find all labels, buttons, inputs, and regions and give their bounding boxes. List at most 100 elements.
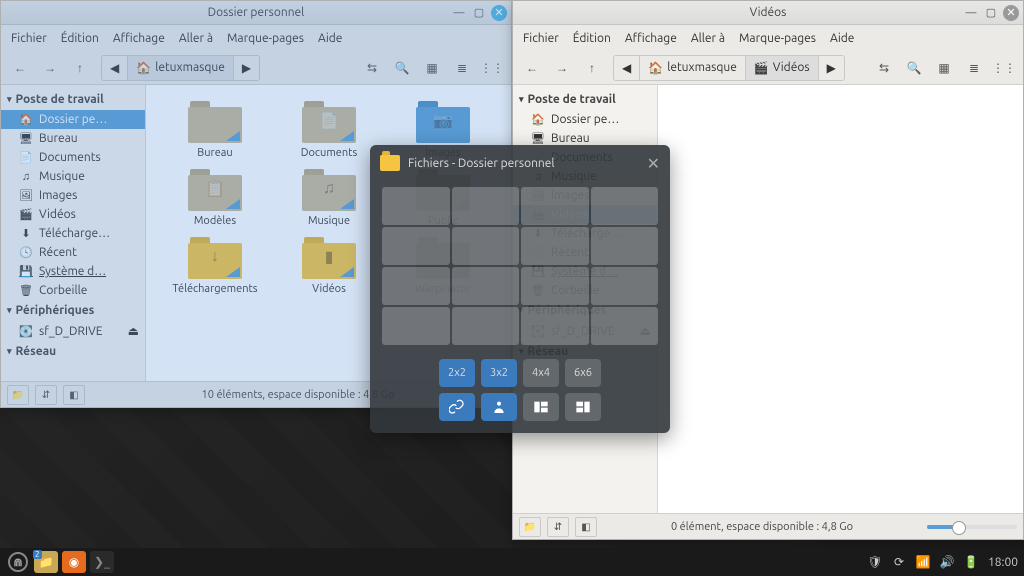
sidebar-item-desktop[interactable]: 🖥Bureau	[1, 129, 145, 148]
sidebar-item-images[interactable]: 🖼Images	[1, 186, 145, 205]
sidebar-item-filesystem[interactable]: 💾Système d…	[1, 262, 145, 281]
path-home[interactable]: 🏠 letuxmasque	[128, 56, 234, 80]
menu-help[interactable]: Aide	[318, 32, 342, 45]
compact-view-button[interactable]: ⋮⋮	[479, 55, 505, 81]
menu-view[interactable]: Affichage	[625, 32, 677, 45]
menu-edit[interactable]: Édition	[61, 32, 99, 45]
menu-file[interactable]: Fichier	[523, 32, 559, 45]
sidebar-heading-computer[interactable]: ▾Poste de travail	[1, 89, 145, 110]
path-videos[interactable]: 🎬 Vidéos	[746, 56, 819, 80]
sidebar-item-drive[interactable]: 💽sf_D_DRIVE⏏	[1, 321, 145, 341]
taskbar-app-terminal[interactable]: ❯_	[90, 551, 114, 573]
icon-view[interactable]	[658, 85, 1023, 513]
sound-icon[interactable]: 🔊	[940, 555, 954, 569]
back-button[interactable]: ←	[519, 55, 545, 81]
back-button[interactable]: ←	[7, 55, 33, 81]
minimize-button[interactable]: —	[451, 5, 467, 21]
sidebar-item-recent[interactable]: 🕓Récent	[1, 243, 145, 262]
tile-zone[interactable]	[521, 307, 589, 345]
eject-icon[interactable]: ⏏	[128, 324, 139, 338]
sidebar-item-documents[interactable]: 📄Documents	[1, 148, 145, 167]
tile-zone[interactable]	[521, 187, 589, 225]
path-home[interactable]: 🏠 letuxmasque	[640, 56, 746, 80]
folder-vidéos[interactable]: ▮Vidéos	[274, 235, 384, 295]
menu-go[interactable]: Aller à	[179, 32, 213, 45]
titlebar[interactable]: Dossier personnel — ▢ ✕	[1, 1, 511, 25]
sidebar-heading-computer[interactable]: ▾Poste de travail	[513, 89, 657, 110]
grid-4x4-button[interactable]: 4x4	[523, 359, 559, 387]
compact-view-button[interactable]: ⋮⋮	[991, 55, 1017, 81]
sidebar-heading-network[interactable]: ▾Réseau	[1, 341, 145, 362]
up-button[interactable]: ↑	[67, 55, 93, 81]
sidebar-item-videos[interactable]: 🎬Vidéos	[1, 205, 145, 224]
maximize-button[interactable]: ▢	[471, 5, 487, 21]
tile-zone[interactable]	[382, 227, 450, 265]
sidebar-item-downloads[interactable]: ⬇Télécharge…	[1, 224, 145, 243]
toggle-location-button[interactable]: ⇆	[359, 55, 385, 81]
sidebar-toggle[interactable]: ◧	[575, 517, 597, 537]
menu-view[interactable]: Affichage	[113, 32, 165, 45]
tile-zone[interactable]	[452, 267, 520, 305]
tile-zone[interactable]	[591, 227, 659, 265]
folder-documents[interactable]: 📄Documents	[274, 99, 384, 159]
overlay-close-button[interactable]: ✕	[647, 154, 660, 173]
folder-bureau[interactable]: Bureau	[160, 99, 270, 159]
tile-zone[interactable]	[382, 307, 450, 345]
minimize-button[interactable]: —	[963, 5, 979, 21]
sidebar-item-trash[interactable]: 🗑Corbeille	[1, 281, 145, 300]
menu-go[interactable]: Aller à	[691, 32, 725, 45]
sidebar-item-home[interactable]: 🏠Dossier pe…	[1, 110, 145, 129]
list-view-button[interactable]: ≣	[449, 55, 475, 81]
tile-zone[interactable]	[382, 267, 450, 305]
menu-bookmarks[interactable]: Marque-pages	[739, 32, 816, 45]
tile-zone[interactable]	[382, 187, 450, 225]
taskbar-app-files[interactable]: 2📁	[34, 551, 58, 573]
grid-2x2-button[interactable]: 2x2	[439, 359, 475, 387]
layout-right-button[interactable]	[565, 393, 601, 421]
sidebar-item-home[interactable]: 🏠Dossier pe…	[513, 110, 657, 129]
layout-left-button[interactable]	[523, 393, 559, 421]
tree-toggle[interactable]: ⇵	[35, 385, 57, 405]
path-prev[interactable]: ◀	[614, 56, 640, 80]
titlebar[interactable]: Vidéos — ▢ ✕	[513, 1, 1023, 25]
taskbar-app-firefox[interactable]: ◉	[62, 551, 86, 573]
battery-icon[interactable]: 🔋	[964, 555, 978, 569]
forward-button[interactable]: →	[37, 55, 63, 81]
tile-zone[interactable]	[591, 267, 659, 305]
forward-button[interactable]: →	[549, 55, 575, 81]
tile-zone[interactable]	[591, 187, 659, 225]
tile-zone[interactable]	[452, 227, 520, 265]
shield-icon[interactable]: 🛡	[868, 555, 882, 569]
clock[interactable]: 18:00	[988, 556, 1018, 569]
icon-view-button[interactable]: ▦	[931, 55, 957, 81]
sidebar-item-music[interactable]: ♫Musique	[1, 167, 145, 186]
folder-musique[interactable]: ♫Musique	[274, 167, 384, 227]
path-next[interactable]: ▶	[234, 56, 259, 80]
overlay-titlebar[interactable]: Fichiers - Dossier personnel ✕	[370, 145, 670, 181]
menu-help[interactable]: Aide	[830, 32, 854, 45]
link-button[interactable]	[439, 393, 475, 421]
path-prev[interactable]: ◀	[102, 56, 128, 80]
places-toggle[interactable]: 📁	[7, 385, 29, 405]
tile-zone[interactable]	[521, 267, 589, 305]
tile-zone[interactable]	[452, 187, 520, 225]
search-button[interactable]: 🔍	[901, 55, 927, 81]
tile-zone[interactable]	[521, 227, 589, 265]
menu-edit[interactable]: Édition	[573, 32, 611, 45]
list-view-button[interactable]: ≣	[961, 55, 987, 81]
grid-3x2-button[interactable]: 3x2	[481, 359, 517, 387]
menu-bookmarks[interactable]: Marque-pages	[227, 32, 304, 45]
places-toggle[interactable]: 📁	[519, 517, 541, 537]
path-next[interactable]: ▶	[819, 56, 844, 80]
sidebar-heading-devices[interactable]: ▾Périphériques	[1, 300, 145, 321]
zoom-slider[interactable]	[927, 525, 1017, 529]
search-button[interactable]: 🔍	[389, 55, 415, 81]
up-button[interactable]: ↑	[579, 55, 605, 81]
grid-6x6-button[interactable]: 6x6	[565, 359, 601, 387]
tree-toggle[interactable]: ⇵	[547, 517, 569, 537]
menu-file[interactable]: Fichier	[11, 32, 47, 45]
close-button[interactable]: ✕	[1003, 5, 1019, 21]
autotile-button[interactable]	[481, 393, 517, 421]
folder-modèles[interactable]: 📋Modèles	[160, 167, 270, 227]
icon-view-button[interactable]: ▦	[419, 55, 445, 81]
